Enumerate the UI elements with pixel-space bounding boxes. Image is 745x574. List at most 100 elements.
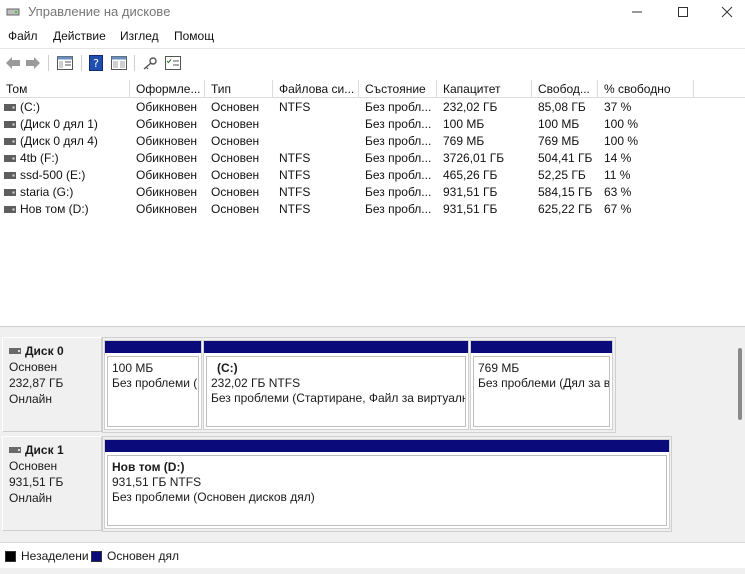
cell-percent-free: 14 % xyxy=(604,151,632,165)
show-hide-tree-button[interactable] xyxy=(55,53,75,73)
drive-icon xyxy=(4,104,16,111)
column-header-layout[interactable]: Оформле... xyxy=(130,80,205,98)
cell-capacity: 232,02 ГБ xyxy=(443,100,498,114)
column-header-free-space[interactable]: Свобод... xyxy=(532,80,598,98)
status-bar xyxy=(0,568,745,574)
column-header-percent-free[interactable]: % свободно xyxy=(598,80,694,98)
legend: Незаделени Основен дял xyxy=(0,542,745,568)
cell-filesystem: NTFS xyxy=(279,202,311,216)
volume-name: Нов том (D:) xyxy=(20,202,89,216)
table-row[interactable]: staria (G:) Обикновен Основен NTFS Без пробл… xyxy=(0,184,745,201)
cell-status: Без пробл... xyxy=(365,202,432,216)
cell-free-space: 52,25 ГБ xyxy=(538,168,586,182)
maximize-button[interactable] xyxy=(660,0,706,24)
table-row[interactable]: (C:) Обикновен Основен NTFS Без пробл... 232,… xyxy=(0,99,745,116)
properties-button[interactable] xyxy=(109,53,129,73)
legend-unallocated: Незаделени xyxy=(5,549,89,563)
disk-1-partitions: Нов том (D:) 931,51 ГБ NTFS Без проблеми… xyxy=(102,436,672,532)
cell-percent-free: 67 % xyxy=(604,202,632,216)
cell-capacity: 3726,01 ГБ xyxy=(443,151,505,165)
partition-disk1-d[interactable]: Нов том (D:) 931,51 ГБ NTFS Без проблеми… xyxy=(104,439,670,529)
partition-size: 769 МБ xyxy=(478,361,520,375)
cell-layout: Обикновен xyxy=(136,117,198,131)
partition-disk0-c[interactable]: (C:) 232,02 ГБ NTFS Без проблеми (Старти… xyxy=(203,340,469,430)
cell-volume: (Диск 0 дял 4) xyxy=(0,133,130,150)
cell-volume: Нов том (D:) xyxy=(0,201,130,218)
disk-1-info[interactable]: Диск 1 Основен 931,51 ГБ Онлайн xyxy=(2,436,102,531)
column-header-volume[interactable]: Том xyxy=(0,80,130,98)
partition-status: Без проблеми (Основен дисков дял) xyxy=(112,490,315,504)
menu-view[interactable]: Изглед xyxy=(120,29,159,43)
drive-icon xyxy=(4,189,16,196)
drive-icon xyxy=(4,206,16,213)
arrow-left-icon xyxy=(6,57,20,69)
forward-button[interactable] xyxy=(24,53,42,73)
table-row[interactable]: ssd-500 (E:) Обикновен Основен NTFS Без проб… xyxy=(0,167,745,184)
cell-capacity: 100 МБ xyxy=(443,117,485,131)
column-header-status[interactable]: Състояние xyxy=(359,80,437,98)
toolbar: ? xyxy=(0,48,745,76)
disk-1-name: Диск 1 xyxy=(25,443,64,457)
partition-disk0-1[interactable]: 100 МБ Без проблеми ( xyxy=(104,340,202,430)
table-row[interactable]: (Диск 0 дял 4) Обикновен Основен Без пробл.… xyxy=(0,133,745,150)
close-button[interactable] xyxy=(704,0,745,24)
drive-icon xyxy=(4,138,16,145)
partition-bar xyxy=(105,440,669,452)
cell-volume: (C:) xyxy=(0,99,130,116)
cell-percent-free: 100 % xyxy=(604,117,639,131)
partition-body: 769 МБ Без проблеми (Дял за в xyxy=(473,356,610,427)
cell-free-space: 769 МБ xyxy=(538,134,580,148)
partition-size: 931,51 ГБ NTFS xyxy=(112,475,202,489)
disk-management-icon xyxy=(6,8,20,16)
back-button[interactable] xyxy=(4,53,22,73)
menu-action[interactable]: Действие xyxy=(53,29,106,43)
menu-help[interactable]: Помощ xyxy=(174,29,214,43)
partition-size: 232,02 ГБ NTFS xyxy=(211,376,301,390)
cell-capacity: 931,51 ГБ xyxy=(443,202,498,216)
disk-0-type: Основен xyxy=(9,360,58,374)
table-row[interactable]: (Диск 0 дял 1) Обикновен Основен Без пробл.… xyxy=(0,116,745,133)
cell-volume: (Диск 0 дял 1) xyxy=(0,116,130,133)
window-title: Управление на дисковe xyxy=(28,4,171,19)
cell-type: Основен xyxy=(211,134,260,148)
menu-file[interactable]: Файл xyxy=(8,29,38,43)
cell-layout: Обикновен xyxy=(136,202,198,216)
disk-0-status: Онлайн xyxy=(9,392,52,406)
minimize-icon xyxy=(632,11,642,13)
volume-name: 4tb (F:) xyxy=(20,151,59,165)
cell-filesystem: NTFS xyxy=(279,100,311,114)
disk-1-size: 931,51 ГБ xyxy=(9,475,64,489)
cell-filesystem: NTFS xyxy=(279,185,311,199)
minimize-button[interactable] xyxy=(614,0,660,24)
cell-volume: staria (G:) xyxy=(0,184,130,201)
disk-0-info[interactable]: Диск 0 Основен 232,87 ГБ Онлайн xyxy=(2,337,102,432)
properties-icon xyxy=(111,56,127,70)
cell-status: Без пробл... xyxy=(365,100,432,114)
help-button[interactable]: ? xyxy=(88,53,104,73)
cell-type: Основен xyxy=(211,202,260,216)
disk-map-scrollbar[interactable] xyxy=(738,348,742,420)
table-row[interactable]: Нов том (D:) Обикновен Основен NTFS Без проб… xyxy=(0,201,745,218)
checklist-icon xyxy=(165,56,181,70)
drive-icon xyxy=(4,172,16,179)
column-header-filesystem[interactable]: Файлова си... xyxy=(273,80,359,98)
list-view-button[interactable] xyxy=(163,53,183,73)
cell-type: Основен xyxy=(211,168,260,182)
table-row[interactable]: 4tb (F:) Обикновен Основен NTFS Без пробл...… xyxy=(0,150,745,167)
column-header-capacity[interactable]: Капацитет xyxy=(437,80,532,98)
disk-1-title: Диск 1 xyxy=(9,443,101,457)
cell-filesystem: NTFS xyxy=(279,168,311,182)
disk-1-type: Основен xyxy=(9,459,58,473)
drive-icon xyxy=(4,121,16,128)
connect-button[interactable] xyxy=(141,53,159,73)
cell-layout: Обикновен xyxy=(136,100,198,114)
cell-type: Основен xyxy=(211,185,260,199)
column-header-type[interactable]: Тип xyxy=(205,80,273,98)
volume-name: ssd-500 (E:) xyxy=(20,168,86,182)
partition-bar xyxy=(105,341,201,353)
svg-text:?: ? xyxy=(93,57,99,70)
partition-disk0-4[interactable]: 769 МБ Без проблеми (Дял за в xyxy=(470,340,613,430)
legend-label: Незаделени xyxy=(21,549,89,563)
arrow-right-icon xyxy=(26,57,40,69)
volume-name: (Диск 0 дял 4) xyxy=(20,134,98,148)
